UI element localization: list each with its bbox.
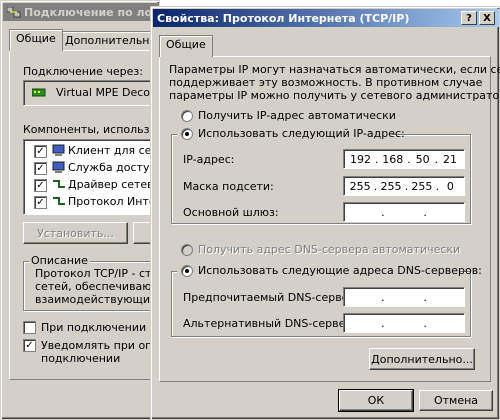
preferred-dns-field[interactable]: . .: [343, 287, 465, 307]
auto-ip-radio[interactable]: [181, 110, 193, 122]
close-icon: X: [483, 12, 491, 24]
description-line-1: Протокол TCP/IP - ста: [35, 267, 159, 280]
description-line-3: взаимодействующим: [35, 293, 159, 306]
protocol-icon: [52, 196, 66, 211]
tab-advanced-back[interactable]: Дополнительно: [58, 31, 164, 51]
close-button[interactable]: X: [479, 11, 495, 25]
alternate-dns-field[interactable]: . .: [343, 313, 465, 333]
component-checkbox-1[interactable]: ✓: [34, 145, 47, 158]
auto-dns-label[interactable]: Получить адрес DNS-сервера автоматически: [198, 243, 460, 256]
dialog-title: Свойства: Протокол Интернета (TCP/IP): [157, 11, 410, 25]
intro-line-3: параметры IP можно получить у сетевого а…: [169, 89, 500, 102]
alternate-dns-label: Альтернативный DNS-сервер:: [183, 317, 357, 330]
mask-octet-2: 255: [380, 179, 402, 193]
auto-dns-radio[interactable]: [181, 244, 193, 256]
notify-checkbox[interactable]: ✓: [23, 339, 36, 352]
ip-octet-2: 168: [382, 152, 404, 166]
adapter-icon: [31, 88, 46, 101]
description-label: Описание: [29, 254, 90, 267]
show-icon-checkbox[interactable]: [23, 321, 36, 334]
gateway-label: Основной шлюз:: [183, 206, 279, 219]
help-button[interactable]: ?: [461, 11, 477, 25]
cancel-button[interactable]: Отмена: [419, 390, 493, 411]
description-line-2: сетей, обеспечиваю: [35, 280, 152, 293]
tab-general-back-label: Общие: [16, 32, 56, 45]
cancel-button-label: Отмена: [433, 394, 479, 407]
network-connection-window: Подключение по лока Общие Дополнительно …: [0, 0, 173, 420]
ok-button[interactable]: ОК: [338, 389, 414, 412]
notify-label-2: подключении: [41, 352, 121, 365]
subnet-mask-label: Маска подсети:: [183, 180, 274, 193]
component-label-3: Драйвер сетево: [68, 178, 161, 191]
subnet-mask-field[interactable]: 255. 255. 255. 0: [343, 176, 465, 196]
tab-general-label: Общие: [166, 38, 206, 51]
intro-line-2: поддерживает эту возможность. В противно…: [169, 76, 483, 89]
mask-octet-4: 0: [446, 179, 454, 193]
network-connection-title: Подключение по лока: [24, 5, 159, 19]
install-button-label: Установить...: [37, 226, 114, 240]
gateway-field[interactable]: . .: [343, 202, 465, 222]
connect-via-label: Подключение через:: [23, 65, 143, 78]
component-checkbox-3[interactable]: ✓: [34, 179, 47, 192]
ip-octet-4: 21: [442, 152, 457, 166]
tab-general[interactable]: Общие: [159, 35, 213, 57]
ok-button-label: ОК: [367, 394, 385, 407]
component-checkbox-2[interactable]: ✓: [34, 162, 47, 175]
notify-label: Уведомлять при огра: [41, 339, 165, 352]
components-label: Компоненты, используем: [23, 123, 172, 136]
service-icon: [52, 161, 66, 177]
ip-address-field[interactable]: 192. 168. 50. 21: [343, 149, 465, 169]
network-connection-titlebar[interactable]: Подключение по лока: [3, 3, 159, 21]
network-icon: [6, 6, 21, 18]
ip-octet-3: 50: [415, 152, 430, 166]
ip-address-label: IP-адрес:: [183, 153, 235, 166]
manual-dns-label[interactable]: Использовать следующие адреса DNS-сервер…: [198, 264, 482, 277]
install-button[interactable]: Установить...: [23, 222, 128, 244]
tab-advanced-back-label: Дополнительно: [65, 34, 157, 47]
component-checkbox-4[interactable]: ✓: [34, 196, 47, 209]
mask-octet-1: 255: [349, 179, 371, 193]
adapter-name: Virtual MPE Decode: [56, 86, 164, 99]
driver-icon: [52, 179, 66, 194]
mask-octet-3: 255: [411, 179, 433, 193]
manual-ip-radio[interactable]: [181, 128, 193, 140]
dialog-titlebar[interactable]: Свойства: Протокол Интернета (TCP/IP): [153, 9, 499, 27]
advanced-button[interactable]: Дополнительно...: [369, 348, 475, 370]
manual-ip-label[interactable]: Использовать следующий IP-адрес:: [198, 127, 405, 140]
tcpip-properties-dialog: Свойства: Протокол Интернета (TCP/IP) ? …: [150, 6, 500, 420]
auto-ip-label[interactable]: Получить IP-адрес автоматически: [198, 109, 396, 122]
manual-dns-radio[interactable]: [181, 265, 193, 277]
show-icon-label: При подключении вы: [41, 321, 165, 334]
help-icon: ?: [466, 12, 472, 24]
client-icon: [52, 144, 66, 160]
intro-line-1: Параметры IP могут назначаться автоматич…: [169, 63, 500, 76]
advanced-button-label: Дополнительно...: [371, 352, 473, 366]
preferred-dns-label: Предпочитаемый DNS-сервер:: [183, 291, 360, 304]
ip-octet-1: 192: [349, 152, 371, 166]
tab-general-back[interactable]: Общие: [9, 29, 63, 51]
